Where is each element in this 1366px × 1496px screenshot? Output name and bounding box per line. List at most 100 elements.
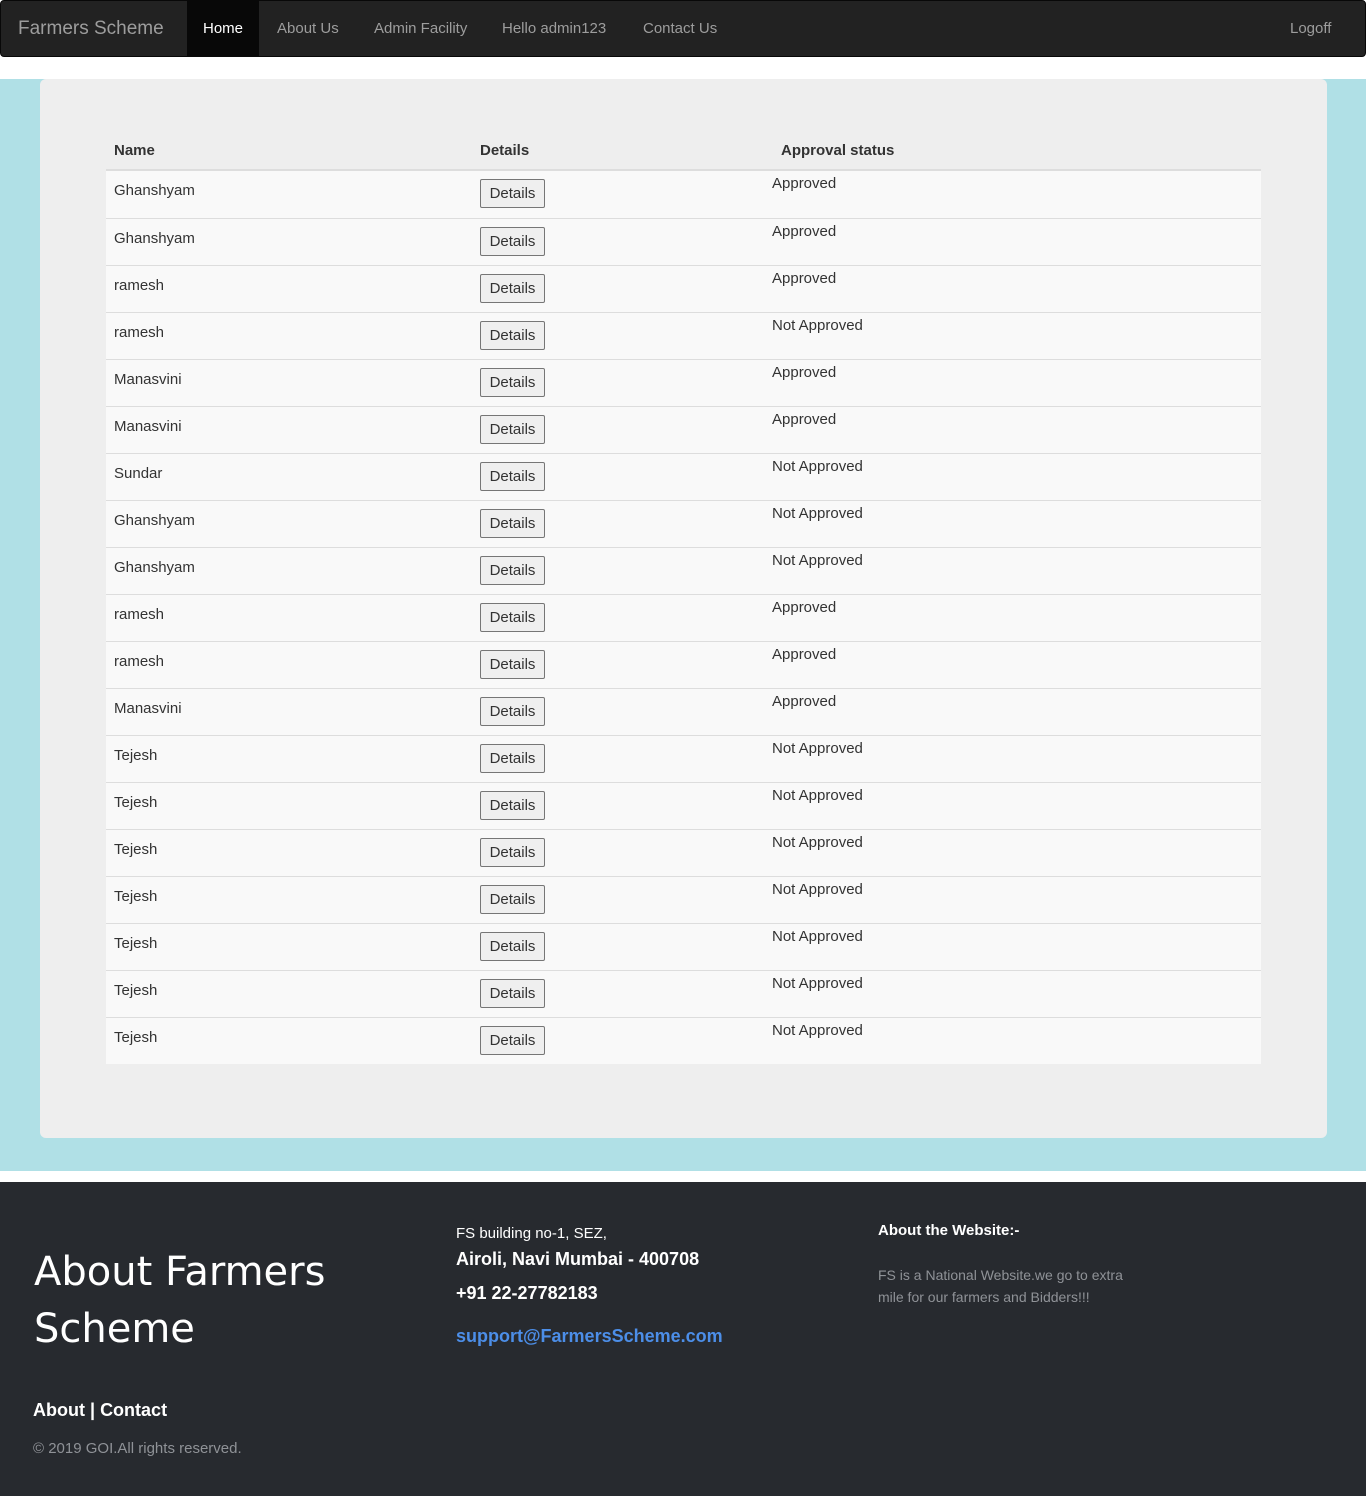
row-approval-status: Not Approved	[772, 458, 863, 475]
table-row: Tejesh Details Not Approved	[106, 923, 1261, 970]
row-approval-status: Approved	[772, 270, 837, 287]
row-name: Manasvini	[114, 371, 182, 388]
row-approval-status: Approved	[772, 693, 837, 710]
table-row: Ghanshyam Details Not Approved	[106, 547, 1261, 594]
details-button[interactable]: Details	[480, 838, 545, 867]
details-button[interactable]: Details	[480, 1026, 545, 1055]
details-button[interactable]: Details	[480, 697, 545, 726]
row-approval-status: Approved	[772, 599, 837, 616]
row-approval-status: Approved	[772, 223, 837, 240]
row-approval-status: Approved	[772, 411, 837, 428]
table-row: ramesh Details Approved	[106, 594, 1261, 641]
details-button[interactable]: Details	[480, 509, 545, 538]
footer-links: About | Contact	[33, 1400, 167, 1421]
applications-table: Name Details Approval status Ghanshyam De…	[106, 131, 1261, 1064]
address-line-2: Airoli, Navi Mumbai - 400708	[456, 1249, 700, 1269]
navbar-brand[interactable]: Farmers Scheme	[18, 1, 164, 57]
row-name: Ghanshyam	[114, 559, 195, 576]
row-name: Ghanshyam	[114, 230, 195, 247]
row-name: Tejesh	[114, 935, 158, 952]
details-button[interactable]: Details	[480, 321, 545, 350]
row-approval-status: Not Approved	[772, 740, 863, 757]
nav-item-home[interactable]: Home	[187, 1, 260, 57]
row-name: Tejesh	[114, 982, 158, 999]
table-row: ramesh Details Not Approved	[106, 312, 1261, 359]
details-button[interactable]: Details	[480, 932, 545, 961]
row-name: ramesh	[114, 653, 165, 670]
phone-number: +91 22-27782183	[456, 1283, 598, 1303]
row-approval-status: Not Approved	[772, 834, 863, 851]
details-button[interactable]: Details	[480, 979, 545, 1008]
nav-item-about-us[interactable]: About Us	[261, 1, 355, 57]
details-button[interactable]: Details	[480, 462, 545, 491]
row-name: Manasvini	[114, 418, 182, 435]
support-email-link[interactable]: support@FarmersScheme.com	[456, 1326, 723, 1347]
nav-item-admin-facility[interactable]: Admin Facility	[358, 1, 483, 57]
address-line-1: FS building no-1, SEZ,	[456, 1225, 607, 1242]
row-approval-status: Approved	[772, 364, 837, 381]
row-approval-status: Not Approved	[772, 552, 863, 569]
row-approval-status: Not Approved	[772, 928, 863, 945]
row-name: Sundar	[114, 465, 163, 482]
table-body: Ghanshyam Details Approved Ghanshyam Details…	[106, 171, 1261, 1064]
copyright-text: © 2019 GOI.All rights reserved.	[33, 1440, 242, 1457]
table-header: Name Details Approval status	[106, 131, 1261, 171]
details-button[interactable]: Details	[480, 179, 545, 208]
row-name: ramesh	[114, 606, 165, 623]
nav-item-contact-us[interactable]: Contact Us	[627, 1, 733, 57]
table-row: Manasvini Details Approved	[106, 359, 1261, 406]
row-approval-status: Not Approved	[772, 317, 863, 334]
details-button[interactable]: Details	[480, 274, 545, 303]
header-approval-status: Approval status	[781, 142, 895, 159]
table-row: Manasvini Details Approved	[106, 688, 1261, 735]
about-website-text: FS is a National Website.we go to extra …	[878, 1267, 1123, 1305]
details-button[interactable]: Details	[480, 603, 545, 632]
details-button[interactable]: Details	[480, 556, 545, 585]
table-row: Ghanshyam Details Not Approved	[106, 500, 1261, 547]
row-name: Ghanshyam	[114, 182, 195, 199]
details-button[interactable]: Details	[480, 885, 545, 914]
table-row: Tejesh Details Not Approved	[106, 876, 1261, 923]
row-approval-status: Not Approved	[772, 1022, 863, 1039]
about-website-heading: About the Website:-	[878, 1222, 1020, 1239]
details-button[interactable]: Details	[480, 791, 545, 820]
table-row: Ghanshyam Details Approved	[106, 218, 1261, 265]
details-button[interactable]: Details	[480, 227, 545, 256]
content-panel: Name Details Approval status Ghanshyam De…	[40, 79, 1327, 1138]
row-approval-status: Not Approved	[772, 787, 863, 804]
details-button[interactable]: Details	[480, 415, 545, 444]
row-approval-status: Not Approved	[772, 505, 863, 522]
row-name: Manasvini	[114, 700, 182, 717]
header-name: Name	[114, 142, 155, 159]
table-row: Tejesh Details Not Approved	[106, 970, 1261, 1017]
table-row: Tejesh Details Not Approved	[106, 735, 1261, 782]
table-row: ramesh Details Approved	[106, 641, 1261, 688]
row-approval-status: Approved	[772, 646, 837, 663]
table-row: Tejesh Details Not Approved	[106, 782, 1261, 829]
footer-about-link[interactable]: About	[33, 1400, 85, 1420]
footer-title: About Farmers Scheme	[34, 1249, 326, 1352]
footer-contact-link[interactable]: Contact	[100, 1400, 167, 1420]
row-name: Tejesh	[114, 1029, 158, 1046]
table-row: ramesh Details Approved	[106, 265, 1261, 312]
table-row: Ghanshyam Details Approved	[106, 171, 1261, 218]
row-approval-status: Not Approved	[772, 975, 863, 992]
row-approval-status: Approved	[772, 175, 837, 192]
details-button[interactable]: Details	[480, 650, 545, 679]
footer: About Farmers Scheme About | Contact © 2…	[0, 1182, 1366, 1496]
details-button[interactable]: Details	[480, 744, 545, 773]
nav-item-hello-user[interactable]: Hello admin123	[486, 1, 622, 57]
row-name: Tejesh	[114, 747, 158, 764]
table-row: Tejesh Details Not Approved	[106, 829, 1261, 876]
row-name: Ghanshyam	[114, 512, 195, 529]
table-row: Sundar Details Not Approved	[106, 453, 1261, 500]
row-name: ramesh	[114, 324, 165, 341]
row-name: Tejesh	[114, 888, 158, 905]
logoff-link[interactable]: Logoff	[1274, 1, 1347, 57]
header-details: Details	[480, 142, 530, 159]
table-row: Tejesh Details Not Approved	[106, 1017, 1261, 1064]
row-name: Tejesh	[114, 794, 158, 811]
details-button[interactable]: Details	[480, 368, 545, 397]
row-name: ramesh	[114, 277, 165, 294]
top-navbar: Farmers Scheme Home About Us Admin Facil…	[0, 0, 1366, 57]
